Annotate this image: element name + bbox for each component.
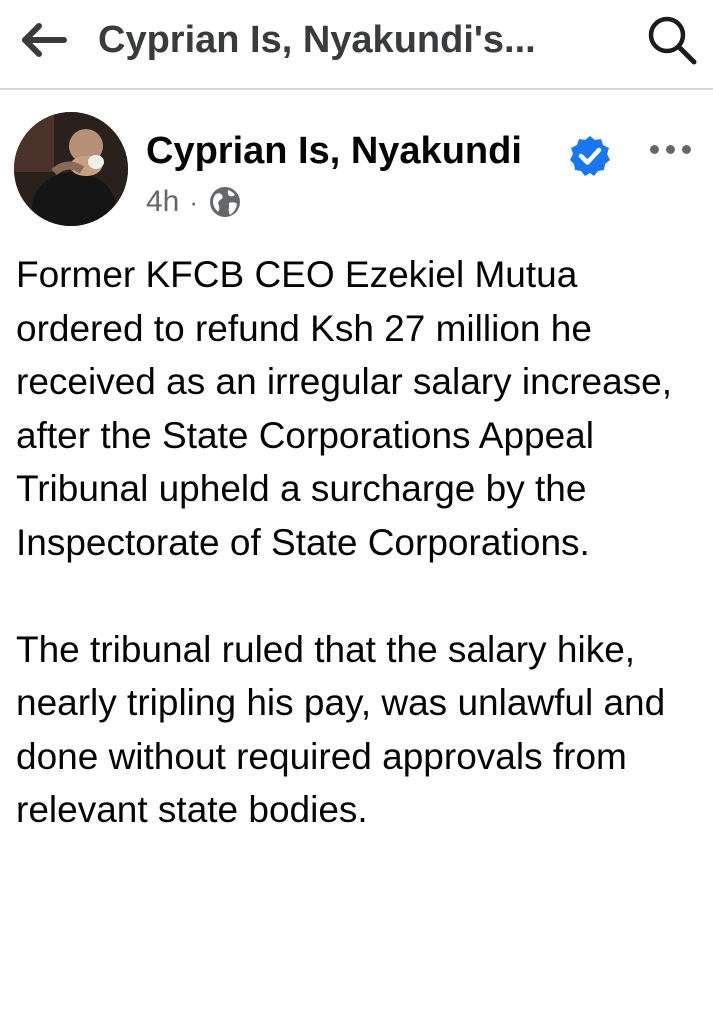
post-paragraph: The tribunal ruled that the salary hike,… <box>16 628 666 831</box>
author-name[interactable]: Cyprian Is, Nyakundi <box>146 126 522 176</box>
post-text: Former KFCB CEO Ezekiel Mutua ordered to… <box>16 248 696 837</box>
globe-icon[interactable] <box>208 185 242 219</box>
verified-badge-icon <box>570 136 610 176</box>
avatar-photo <box>14 112 128 226</box>
page-title: Cyprian Is, Nyakundi's... <box>98 19 536 61</box>
post-paragraph: Former KFCB CEO Ezekiel Mutua ordered to… <box>16 254 673 563</box>
post-meta: 4h · <box>146 182 242 222</box>
more-options-dot <box>681 144 691 154</box>
avatar[interactable] <box>14 112 128 226</box>
more-options-dot <box>665 144 675 154</box>
arrow-left-icon <box>22 23 67 57</box>
top-navigation-bar: Cyprian Is, Nyakundi's... <box>0 0 713 90</box>
search-icon <box>648 16 697 65</box>
post-header: Cyprian Is, Nyakundi 4h · <box>0 90 713 230</box>
back-button[interactable] <box>14 14 74 66</box>
more-options-icon <box>649 144 659 154</box>
more-options-button[interactable] <box>640 134 700 164</box>
meta-separator: · <box>189 187 199 217</box>
post-timestamp[interactable]: 4h <box>146 182 179 222</box>
search-button[interactable] <box>640 10 704 70</box>
